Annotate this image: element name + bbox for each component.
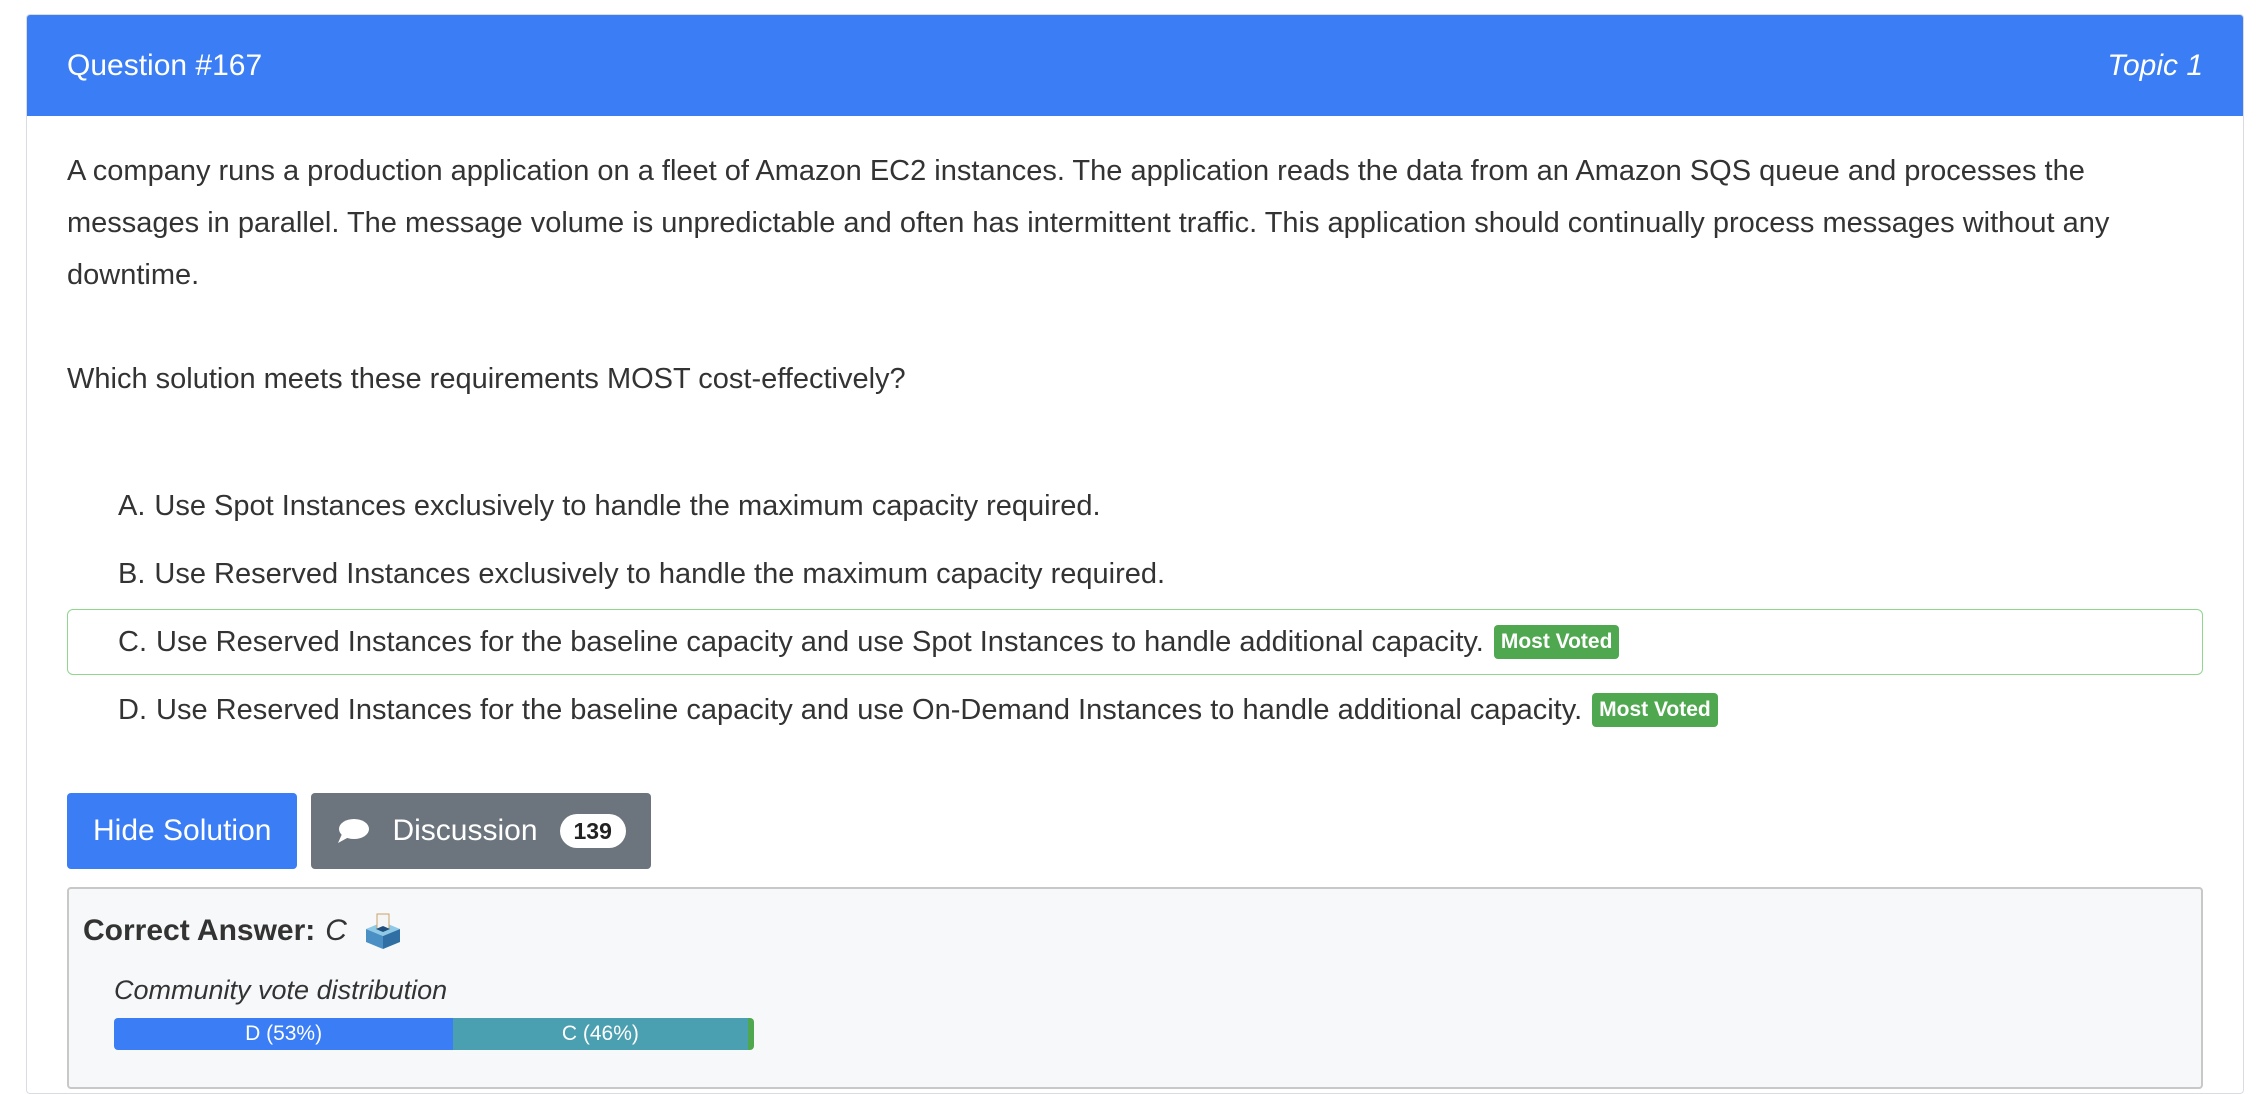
correct-answer-label: Correct Answer:	[83, 914, 316, 947]
topic-label: Topic 1	[2107, 48, 2203, 82]
question-text: A company runs a production application …	[67, 155, 2110, 291]
choice-list: A. Use Spot Instances exclusively to han…	[67, 473, 2203, 743]
hide-solution-button[interactable]: Hide Solution	[67, 793, 298, 869]
correct-answer-line: Correct Answer: C	[83, 909, 2187, 953]
question-prompt: Which solution meets these requirements …	[67, 363, 906, 395]
vote-distribution-bar: D (53%) C (46%)	[114, 1018, 754, 1050]
vote-distribution-title: Community vote distribution	[114, 975, 448, 1005]
correct-answer-value: C	[325, 914, 347, 947]
choice-c[interactable]: C. Use Reserved Instances for the baseli…	[67, 609, 2203, 675]
vote-segment: C (46%)	[453, 1018, 748, 1050]
most-voted-badge: Most Voted	[1592, 693, 1718, 727]
vote-segment: D (53%)	[114, 1018, 454, 1050]
answer-panel: Correct Answer: C Community vote distrib…	[67, 887, 2203, 1089]
discussion-button[interactable]: Discussion 139	[311, 793, 651, 869]
choice-text: Use Reserved Instances exclusively to ha…	[154, 557, 1166, 590]
choice-letter: A.	[118, 489, 146, 522]
vote-segment	[747, 1018, 754, 1050]
ballot-box-icon[interactable]	[363, 912, 403, 950]
choice-d[interactable]: D. Use Reserved Instances for the baseli…	[67, 677, 2203, 743]
question-body: A company runs a production application …	[27, 116, 2243, 1089]
choice-letter: C.	[118, 625, 147, 658]
choice-text: Use Reserved Instances for the baseline …	[156, 693, 1583, 726]
choice-a[interactable]: A. Use Spot Instances exclusively to han…	[67, 473, 2203, 539]
most-voted-badge: Most Voted	[1493, 625, 1620, 659]
chat-bubble-icon	[336, 818, 370, 844]
discussion-label: Discussion	[392, 814, 538, 847]
choice-letter: B.	[118, 557, 146, 590]
discussion-count-badge: 139	[559, 814, 626, 848]
question-header: Question #167 Topic 1	[27, 15, 2243, 116]
choice-text: Use Spot Instances exclusively to handle…	[154, 489, 1101, 522]
question-number: Question #167	[67, 48, 263, 82]
choice-letter: D.	[118, 693, 147, 726]
question-card: Question #167 Topic 1 A company runs a p…	[26, 14, 2244, 1094]
solution-actions: Hide Solution Discussion 139	[67, 793, 2203, 869]
question-text-block: A company runs a production application …	[67, 116, 2203, 405]
choice-b[interactable]: B. Use Reserved Instances exclusively to…	[67, 541, 2203, 607]
choice-text: Use Reserved Instances for the baseline …	[156, 625, 1484, 658]
